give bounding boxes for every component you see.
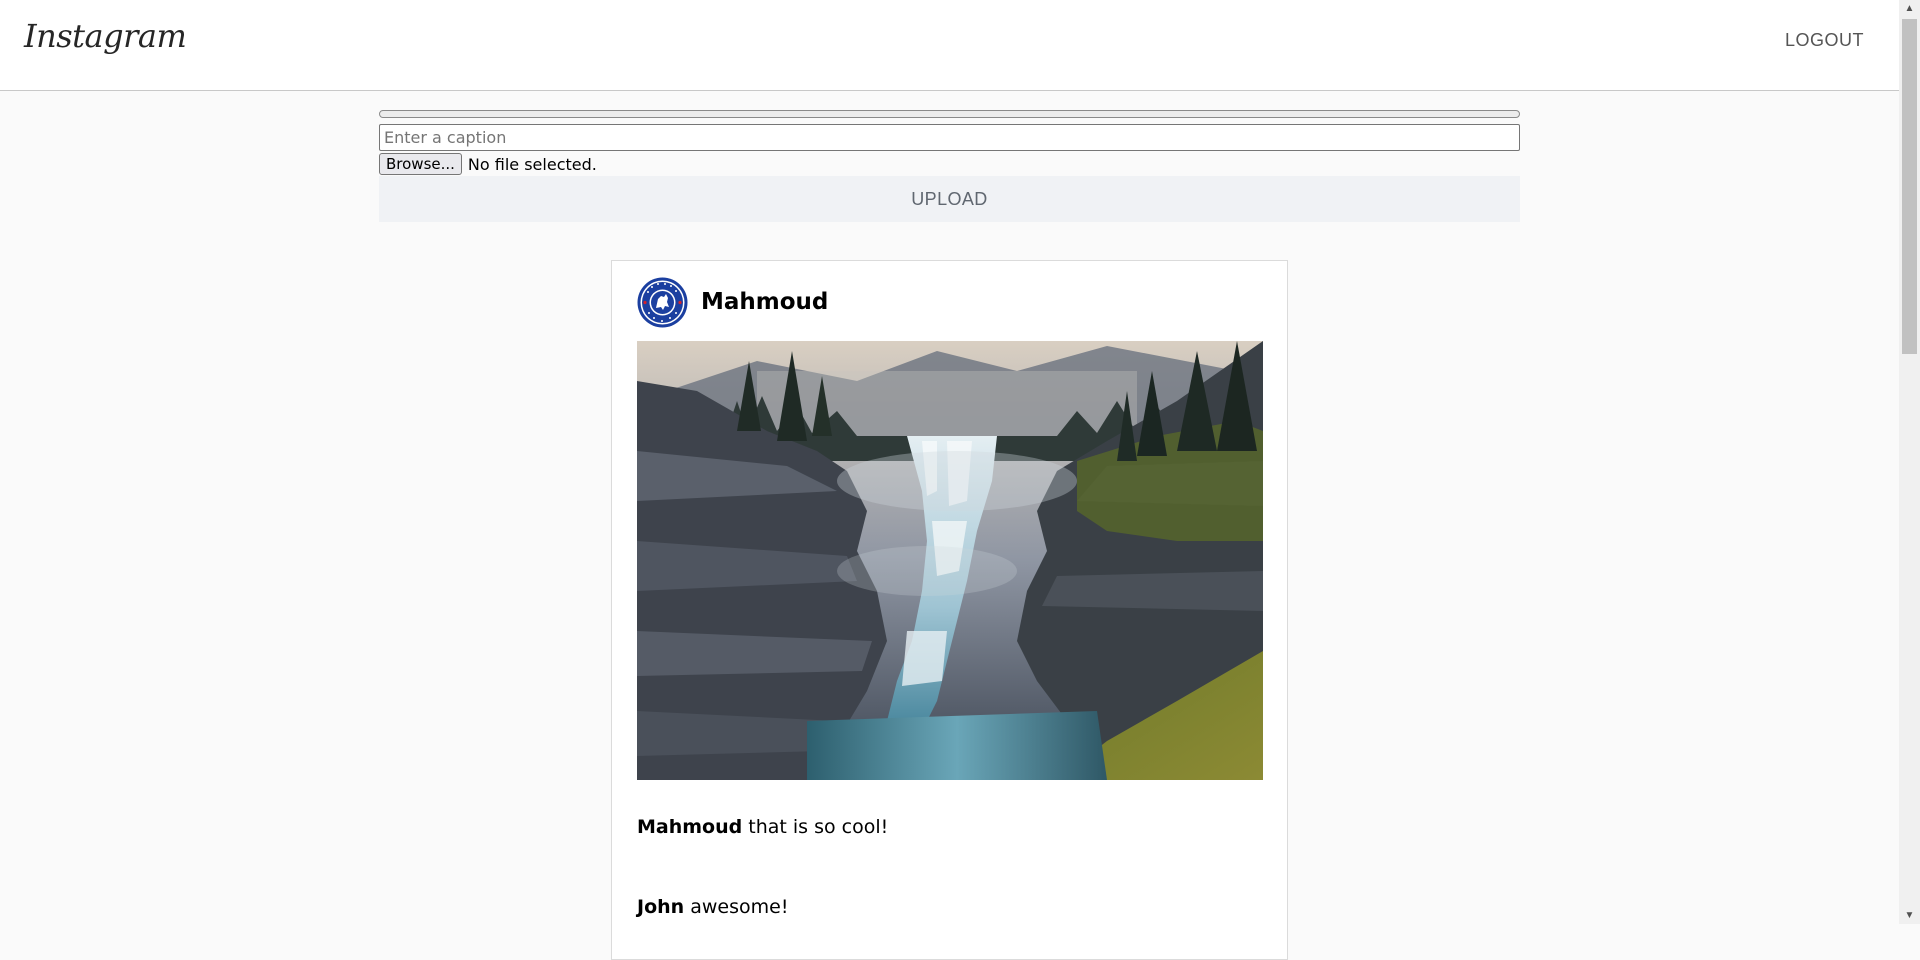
chelsea-badge-icon: [637, 277, 688, 327]
post-image[interactable]: [637, 341, 1263, 780]
image-upload-form: Browse... No file selected. UPLOAD: [379, 110, 1520, 222]
logout-button[interactable]: LOGOUT: [1785, 30, 1864, 51]
caption-input[interactable]: [379, 124, 1520, 151]
file-picker: Browse... No file selected.: [379, 153, 1520, 175]
file-status-text: No file selected.: [467, 154, 597, 174]
waterfall-canyon-photo: [637, 341, 1263, 780]
comment-text: awesome!: [690, 896, 789, 918]
app-header: Instagram LOGOUT: [0, 0, 1899, 91]
page-scrollbar[interactable]: ▲ ▼: [1899, 0, 1920, 924]
upload-button[interactable]: UPLOAD: [379, 176, 1520, 222]
post-username[interactable]: Mahmoud: [701, 289, 828, 315]
post-card: Mahmoud Mahmoud that is so cool! John aw…: [611, 260, 1288, 960]
comment-text: that is so cool!: [748, 816, 889, 838]
scroll-thumb[interactable]: [1902, 19, 1917, 354]
avatar[interactable]: [637, 277, 688, 328]
upload-progress-bar: [379, 110, 1520, 118]
browse-button[interactable]: Browse...: [379, 153, 462, 175]
post-header: Mahmoud: [637, 276, 828, 328]
scroll-down-icon[interactable]: ▼: [1899, 907, 1920, 924]
comment-username[interactable]: John: [637, 896, 684, 918]
instagram-logo[interactable]: Instagram: [24, 14, 187, 58]
comment: Mahmoud that is so cool!: [637, 816, 888, 838]
scroll-up-icon[interactable]: ▲: [1899, 0, 1920, 17]
comment-username[interactable]: Mahmoud: [637, 816, 742, 838]
comment: John awesome!: [637, 896, 788, 918]
